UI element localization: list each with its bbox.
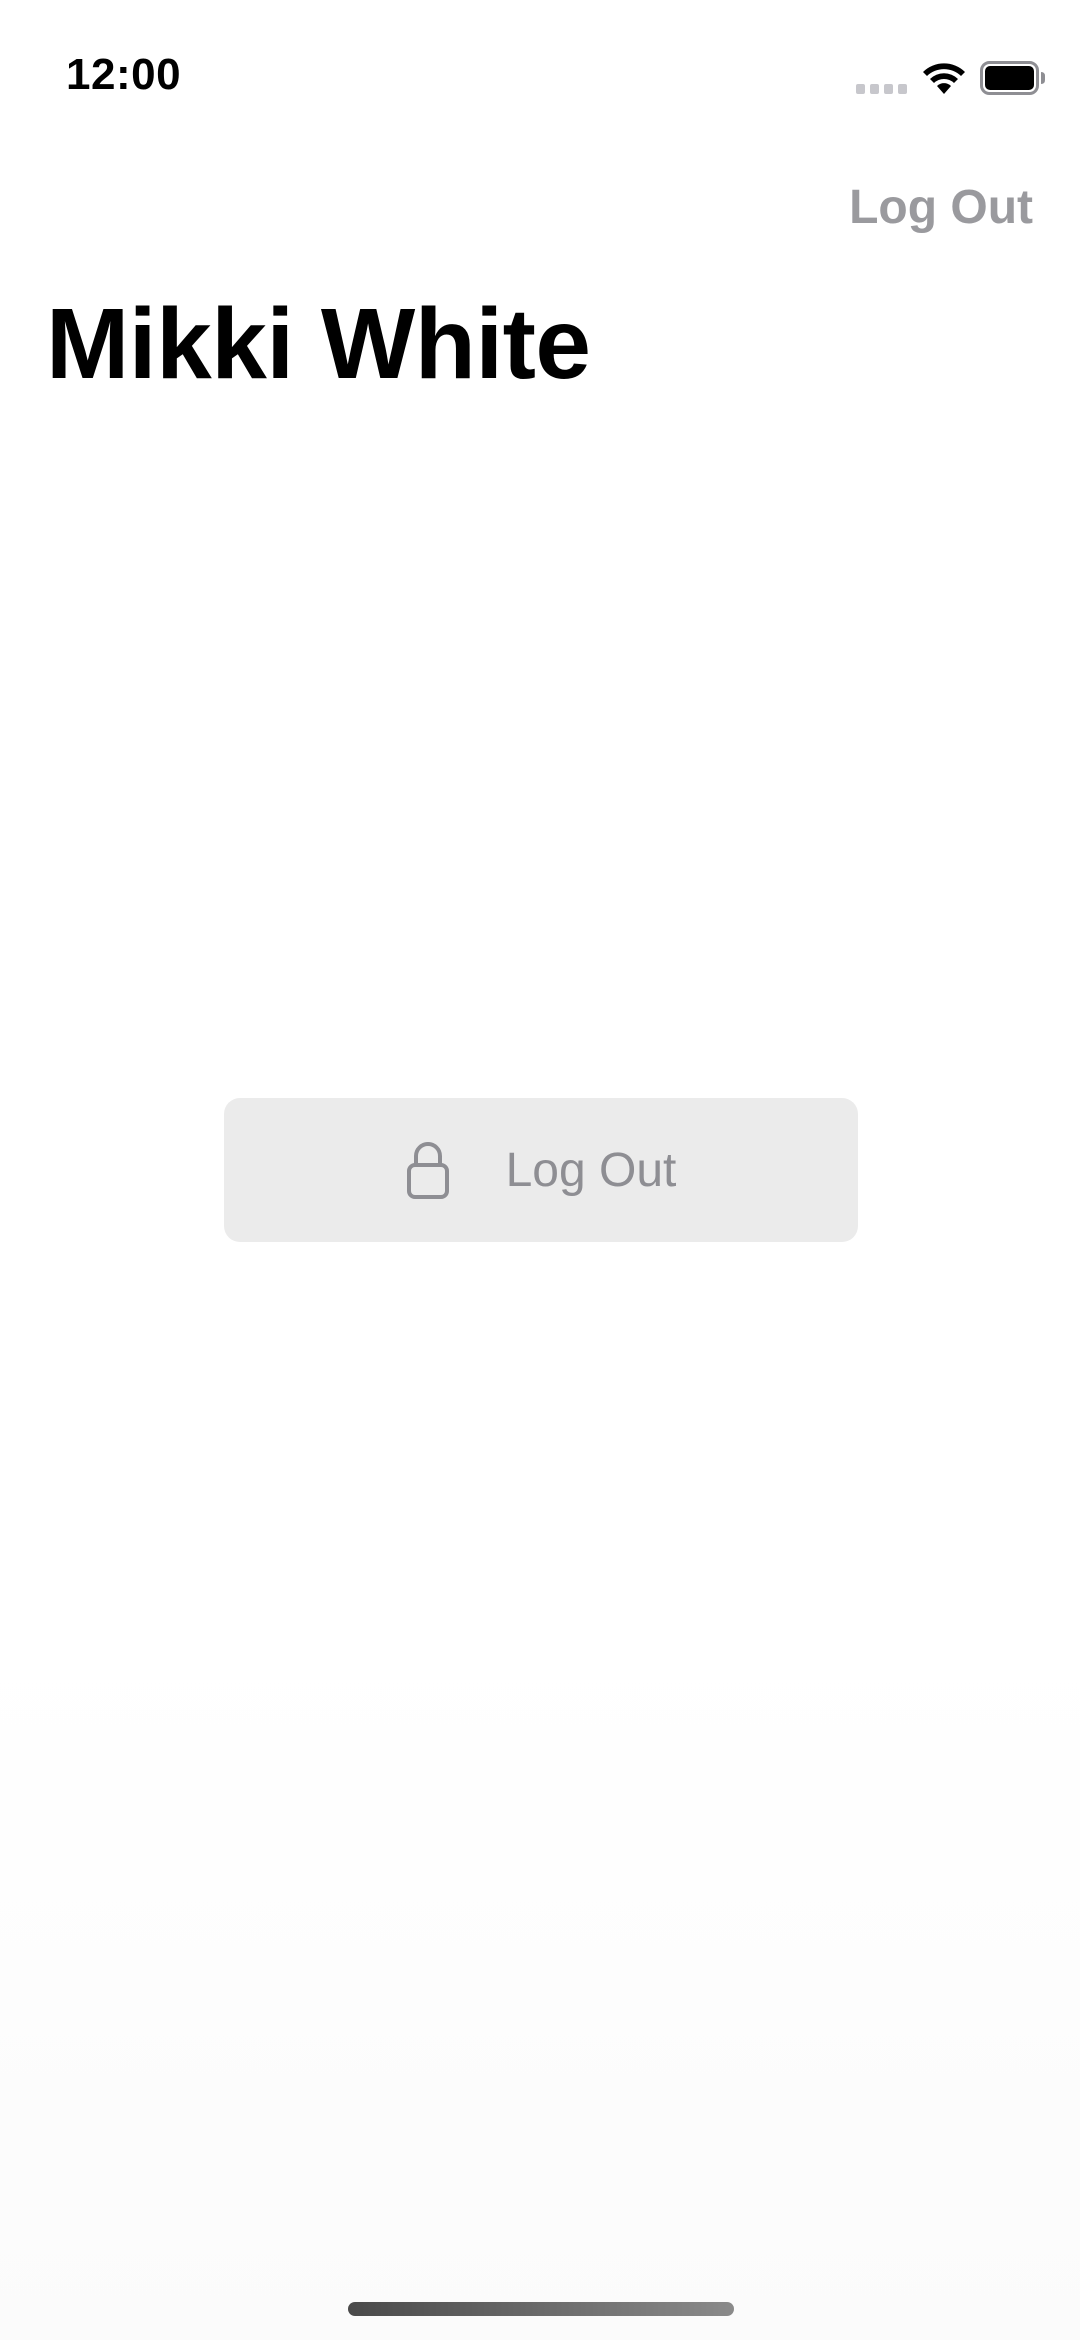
status-time: 12:00: [66, 50, 182, 99]
lock-icon: [406, 1142, 449, 1199]
battery-icon: [980, 61, 1045, 95]
status-bar: 12:00: [0, 0, 1080, 140]
screen: 12:00 Log Out Mikki White Log Out: [0, 0, 1080, 2340]
wifi-icon: [923, 63, 965, 94]
logout-button[interactable]: Log Out: [224, 1098, 858, 1242]
home-indicator[interactable]: [348, 2302, 734, 2316]
logout-button-label: Log Out: [505, 1143, 677, 1197]
nav-logout-button[interactable]: Log Out: [849, 178, 1033, 238]
page-title: Mikki White: [46, 288, 591, 400]
signal-icon: [856, 84, 907, 94]
